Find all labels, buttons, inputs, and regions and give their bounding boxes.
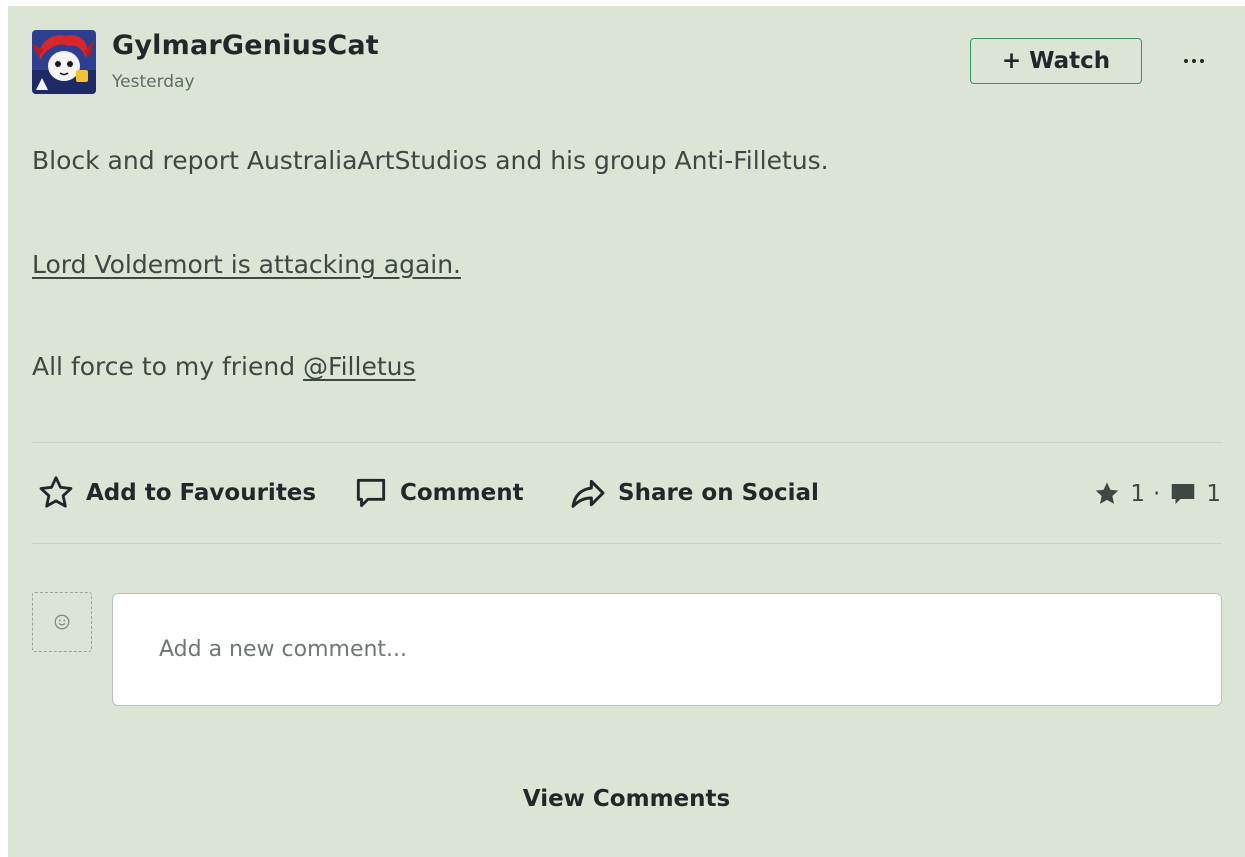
stats-separator: · (1153, 481, 1161, 507)
post-timestamp: Yesterday (112, 72, 195, 92)
add-to-favourites-button[interactable]: Add to Favourites (36, 472, 316, 514)
comment-button[interactable]: Comment (352, 472, 524, 514)
speech-bubble-filled-icon (1168, 479, 1198, 509)
speech-bubble-icon (352, 474, 390, 512)
comments-count: 1 (1206, 481, 1221, 507)
commenter-avatar-placeholder (32, 592, 92, 652)
post-link[interactable]: Lord Voldemort is attacking again. (32, 250, 461, 279)
page: GylmarGeniusCat Yesterday + Watch Block … (0, 0, 1245, 857)
post-text-line: Block and report AustraliaArtStudios and… (32, 146, 829, 175)
view-comments-button[interactable]: View Comments (8, 786, 1245, 812)
add-comment-input[interactable] (112, 593, 1222, 706)
add-to-favourites-label: Add to Favourites (86, 480, 317, 506)
divider (32, 442, 1222, 443)
smiley-icon (53, 613, 71, 635)
share-on-social-label: Share on Social (618, 480, 819, 506)
share-arrow-icon (568, 473, 608, 513)
comment-label: Comment (400, 480, 524, 506)
user-mention-link[interactable]: @Filletus (303, 352, 415, 381)
favourites-count: 1 (1130, 481, 1146, 507)
watch-button[interactable]: + Watch (970, 38, 1142, 84)
post-card: GylmarGeniusCat Yesterday + Watch Block … (8, 6, 1245, 857)
star-outline-icon (36, 473, 76, 513)
share-on-social-button[interactable]: Share on Social (568, 472, 819, 514)
divider (32, 543, 1222, 544)
post-text-line: All force to my friend @Filletus (32, 352, 416, 381)
ellipsis-icon[interactable] (1176, 44, 1212, 78)
author-name[interactable]: GylmarGeniusCat (112, 30, 379, 61)
post-stats: 1 · 1 (1092, 476, 1221, 512)
star-filled-icon (1092, 479, 1122, 509)
author-avatar[interactable] (32, 30, 96, 94)
post-text-prefix: All force to my friend (32, 352, 304, 381)
